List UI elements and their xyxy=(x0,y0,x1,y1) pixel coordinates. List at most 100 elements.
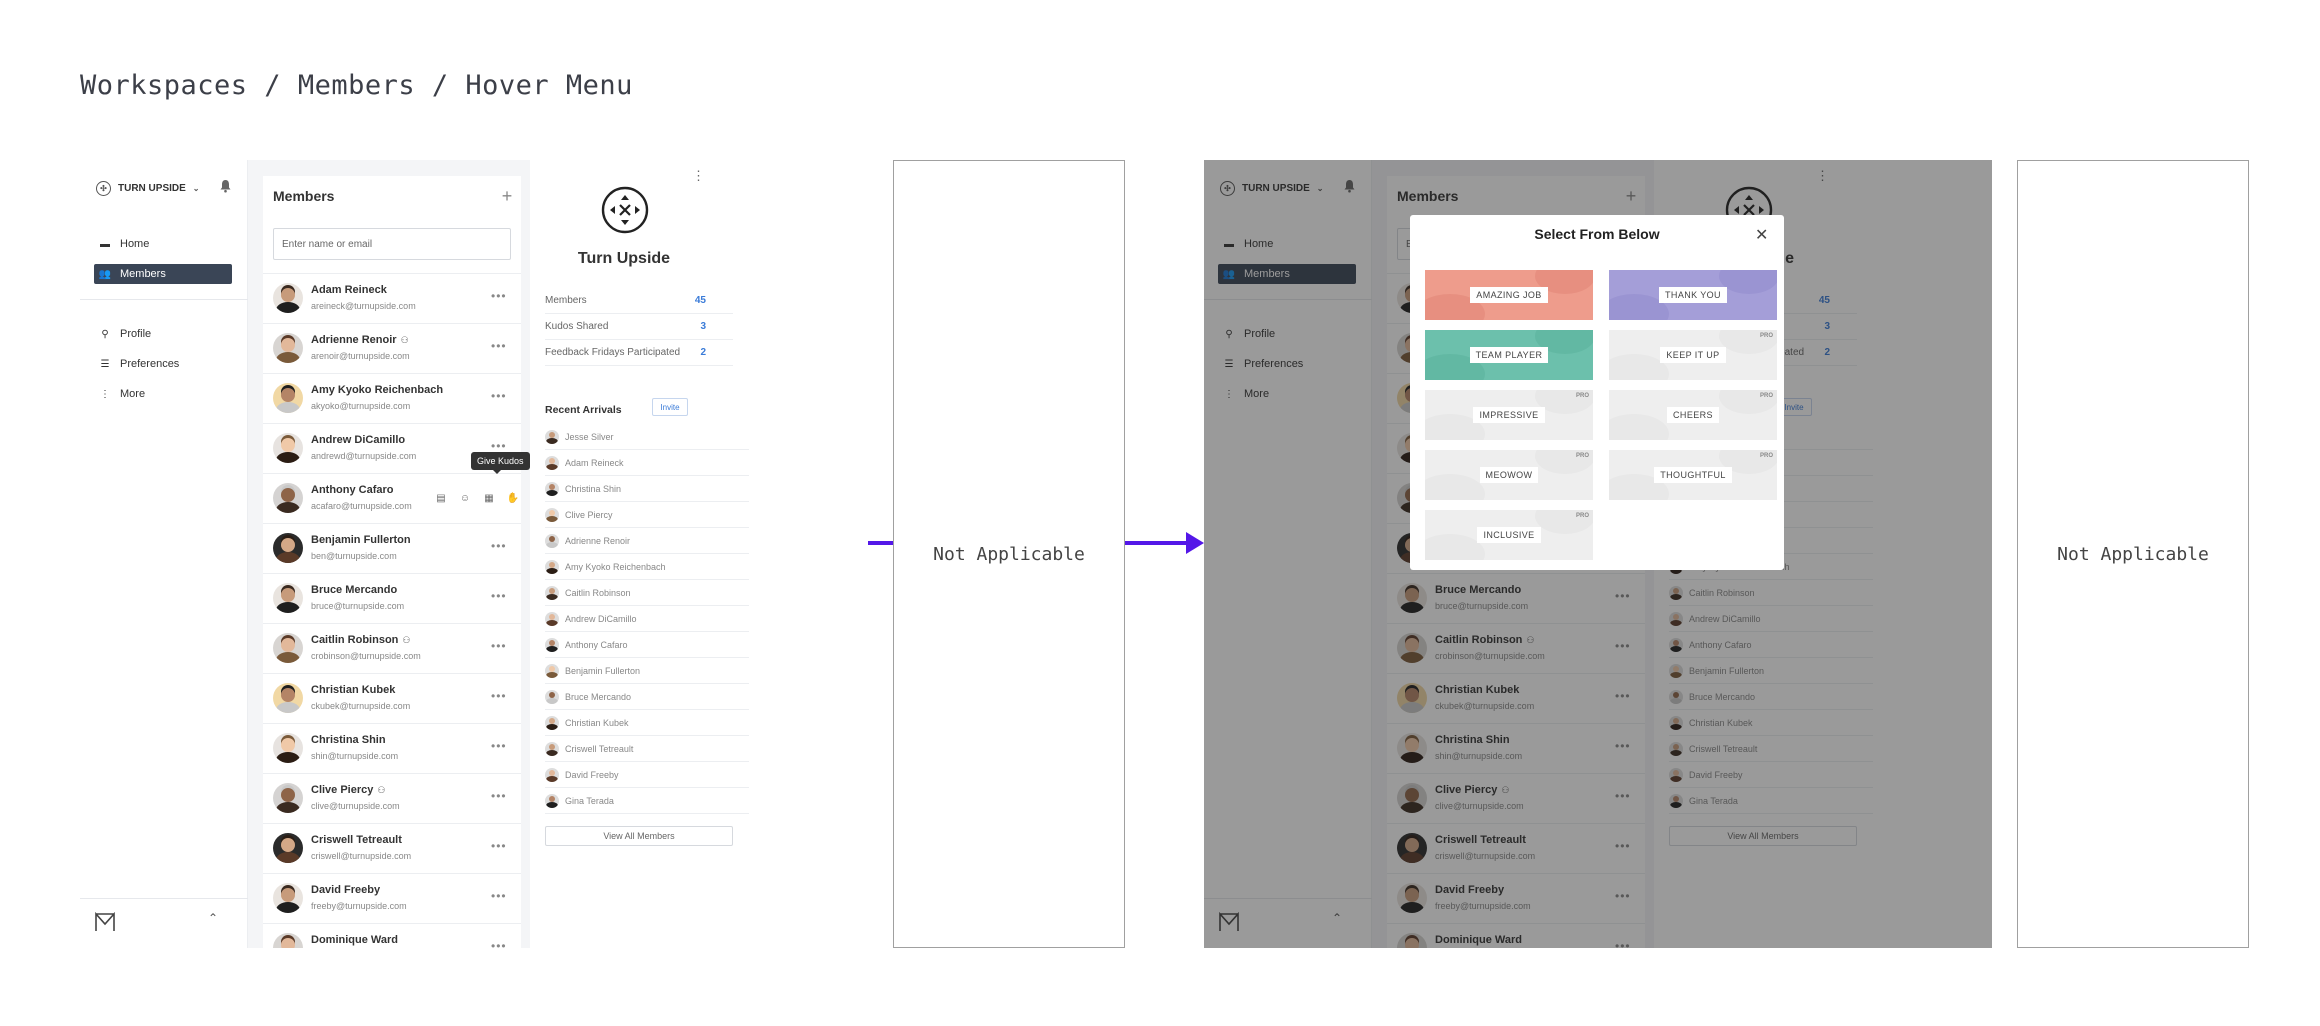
invite-button[interactable]: Invite xyxy=(652,398,688,416)
more-options-icon[interactable]: ••• xyxy=(491,339,507,353)
app-frame-kudos-modal: ✣ TURN UPSIDE ⌄ ▬ Home 👥 Members ⚲ Profi… xyxy=(1204,160,1992,948)
member-row[interactable]: Amy Kyoko Reichenbach akyoko@turnupside.… xyxy=(263,373,521,423)
member-row[interactable]: Clive Piercy ⚇ clive@turnupside.com ••• xyxy=(263,773,521,823)
member-email: andrewd@turnupside.com xyxy=(311,451,417,461)
arrival-row[interactable]: Anthony Cafaro xyxy=(545,632,749,658)
member-search-input[interactable] xyxy=(273,228,511,260)
flow-connector xyxy=(868,541,893,545)
avatar xyxy=(545,793,559,808)
kudos-card-thoughtful[interactable]: THOUGHTFUL PRO xyxy=(1609,450,1777,500)
workspace-name: TURN UPSIDE xyxy=(118,182,186,194)
member-row[interactable]: David Freeby freeby@turnupside.com ••• xyxy=(263,873,521,923)
stat-value: 3 xyxy=(700,321,706,332)
member-name: Anthony Cafaro xyxy=(311,484,394,496)
view-all-members-button[interactable]: View All Members xyxy=(545,826,733,846)
arrival-row[interactable]: Jesse Silver xyxy=(545,424,749,450)
arrival-name: Jesse Silver xyxy=(565,431,614,442)
member-row[interactable]: Criswell Tetreault criswell@turnupside.c… xyxy=(263,823,521,873)
avatar xyxy=(273,533,303,563)
arrival-name: Criswell Tetreault xyxy=(565,743,634,754)
member-row[interactable]: Caitlin Robinson ⚇ crobinson@turnupside.c… xyxy=(263,623,521,673)
more-options-icon[interactable]: ••• xyxy=(491,839,507,853)
sidebar-item-profile[interactable]: ⚲ Profile xyxy=(94,324,232,344)
arrival-row[interactable]: Adrienne Renoir xyxy=(545,528,749,554)
stat-row[interactable]: Feedback Fridays Participated 2 xyxy=(545,340,733,366)
sidebar-item-members[interactable]: 👥 Members xyxy=(94,264,232,284)
stat-row[interactable]: Kudos Shared 3 xyxy=(545,314,733,340)
avatar xyxy=(545,689,559,704)
kudos-card-label: CHEERS xyxy=(1667,407,1719,423)
more-options-icon[interactable]: ••• xyxy=(491,539,507,553)
kudos-card-keep-it-up[interactable]: KEEP IT UP PRO xyxy=(1609,330,1777,380)
kudos-card-meowow[interactable]: MEOWOW PRO xyxy=(1425,450,1593,500)
pro-badge: PRO xyxy=(1575,393,1589,399)
give-kudos-icon[interactable]: ✋ xyxy=(506,491,520,505)
arrival-row[interactable]: Caitlin Robinson xyxy=(545,580,749,606)
arrival-row[interactable]: Gina Terada xyxy=(545,788,749,814)
close-icon[interactable]: ✕ xyxy=(1755,225,1768,245)
arrival-row[interactable]: Benjamin Fullerton xyxy=(545,658,749,684)
add-member-icon[interactable]: + xyxy=(499,186,515,207)
sidebar-item-label: Members xyxy=(120,268,166,280)
arrival-row[interactable]: Andrew DiCamillo xyxy=(545,606,749,632)
hover-menu: ▤ ☺ ▦ ✋ ◉ xyxy=(434,491,544,505)
more-options-icon[interactable]: ••• xyxy=(491,289,507,303)
stat-row[interactable]: Members 45 xyxy=(545,288,733,314)
arrival-row[interactable]: Christina Shin xyxy=(545,476,749,502)
sidebar-item-more[interactable]: ⋮ More xyxy=(94,384,232,404)
kudos-card-team-player[interactable]: TEAM PLAYER xyxy=(1425,330,1593,380)
more-options-icon[interactable]: ••• xyxy=(491,439,507,453)
member-row[interactable]: Anthony Cafaro acafaro@turnupside.com ▤ … xyxy=(263,452,541,523)
kudos-card-label: AMAZING JOB xyxy=(1470,287,1548,303)
arrival-name: Andrew DiCamillo xyxy=(565,613,637,624)
more-options-icon[interactable]: ••• xyxy=(491,889,507,903)
arrival-row[interactable]: Adam Reineck xyxy=(545,450,749,476)
arrival-row[interactable]: Criswell Tetreault xyxy=(545,736,749,762)
more-options-icon[interactable]: ••• xyxy=(491,939,507,948)
member-email: bruce@turnupside.com xyxy=(311,601,405,611)
more-options-icon[interactable]: ••• xyxy=(491,789,507,803)
more-options-icon[interactable]: ••• xyxy=(491,639,507,653)
arrival-row[interactable]: David Freeby xyxy=(545,762,749,788)
more-options-icon[interactable]: ••• xyxy=(491,589,507,603)
kudos-card-impressive[interactable]: IMPRESSIVE PRO xyxy=(1425,390,1593,440)
member-row[interactable]: Christina Shin shin@turnupside.com ••• xyxy=(263,723,521,773)
member-row[interactable]: Adam Reineck areineck@turnupside.com ••• xyxy=(263,273,521,323)
kudos-card-label: THANK YOU xyxy=(1659,287,1727,303)
workspace-switcher[interactable]: ✣ TURN UPSIDE ⌄ xyxy=(96,174,200,202)
member-row[interactable]: Benjamin Fullerton ben@turnupside.com ••• xyxy=(263,523,521,573)
avatar xyxy=(545,663,559,678)
nav-footer: ⌃ xyxy=(80,898,248,948)
sidebar-item-home[interactable]: ▬ Home xyxy=(94,234,232,254)
more-options-icon[interactable]: ••• xyxy=(491,389,507,403)
kudos-card-cheers[interactable]: CHEERS PRO xyxy=(1609,390,1777,440)
emoji-icon[interactable]: ☺ xyxy=(458,491,472,505)
bell-icon[interactable] xyxy=(214,175,236,197)
kudos-card-thank-you[interactable]: THANK YOU xyxy=(1609,270,1777,320)
kudos-card-label: IMPRESSIVE xyxy=(1473,407,1545,423)
tooltip: Give Kudos xyxy=(471,452,530,474)
calendar-icon[interactable]: ▦ xyxy=(482,491,496,505)
arrival-name: Caitlin Robinson xyxy=(565,587,631,598)
member-row[interactable]: Bruce Mercando bruce@turnupside.com ••• xyxy=(263,573,521,623)
member-email: ckubek@turnupside.com xyxy=(311,701,411,711)
member-name: Bruce Mercando xyxy=(311,584,398,596)
more-options-icon[interactable]: ••• xyxy=(491,739,507,753)
member-row[interactable]: Adrienne Renoir⚇ arenoir@turnupside.com •… xyxy=(263,323,521,373)
member-email: freeby@turnupside.com xyxy=(311,901,407,911)
sidebar-item-label: Preferences xyxy=(120,358,180,370)
more-options-icon[interactable]: ••• xyxy=(491,689,507,703)
kebab-menu-icon[interactable]: ⋮ xyxy=(692,168,705,184)
arrival-row[interactable]: Amy Kyoko Reichenbach xyxy=(545,554,749,580)
chevron-up-icon[interactable]: ⌃ xyxy=(208,911,218,925)
arrival-row[interactable]: Bruce Mercando xyxy=(545,684,749,710)
member-row[interactable]: Dominique Ward ••• xyxy=(263,923,521,948)
arrival-row[interactable]: Clive Piercy xyxy=(545,502,749,528)
kudos-card-amazing-job[interactable]: AMAZING JOB xyxy=(1425,270,1593,320)
kudos-card-inclusive[interactable]: INCLUSIVE PRO xyxy=(1425,510,1593,560)
message-icon[interactable]: ▤ xyxy=(434,491,448,505)
member-email: crobinson@turnupside.com xyxy=(311,651,421,661)
member-row[interactable]: Christian Kubek ckubek@turnupside.com ••• xyxy=(263,673,521,723)
sidebar-item-preferences[interactable]: ☰ Preferences xyxy=(94,354,232,374)
arrival-row[interactable]: Christian Kubek xyxy=(545,710,749,736)
